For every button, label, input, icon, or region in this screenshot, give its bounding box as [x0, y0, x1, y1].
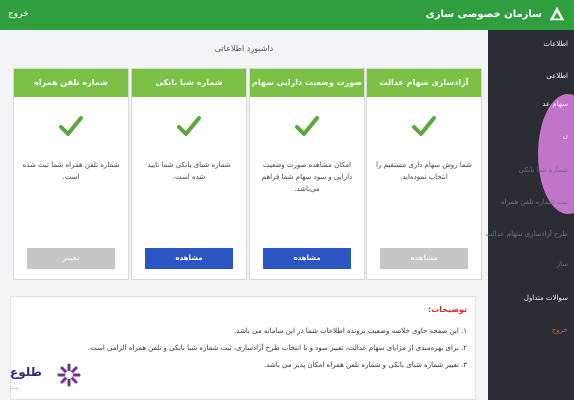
exit-link[interactable]: خروج	[8, 9, 29, 19]
card-title: صورت وضعیت دارایی سهام	[250, 69, 364, 97]
sidebar-item-n[interactable]: ن	[563, 132, 568, 140]
top-bar: سازمان خصوصی سازی خروج	[0, 0, 574, 30]
sidebar-item-release[interactable]: طرح آزادسازی سهام عدالت	[486, 230, 568, 238]
card-title: شماره تلفن همراه	[14, 69, 128, 97]
sidebar-item-phone[interactable]: ثبت شماره تلفن همراه	[501, 198, 568, 206]
note-line: ۳. تغییر شماره شبای بانکی و شماره تلفن ه…	[263, 361, 467, 369]
sidebar-item-sheba[interactable]: شماره شبا بانکی	[519, 166, 568, 174]
change-button[interactable]: تغییر	[27, 248, 115, 269]
brand-name: سازمان خصوصی سازی	[425, 8, 542, 20]
decorative-blob	[538, 94, 574, 214]
watermark-name: طلوع	[10, 365, 42, 379]
sidebar-item-info-2[interactable]: اطلاعی	[546, 72, 568, 80]
sidebar: اطلاعات اطلاعی سهام عد ن شماره شبا بانکی…	[486, 30, 574, 400]
card-text: شماره شبای بانکی شما تایید شده است.	[147, 161, 231, 181]
sidebar-item-saz[interactable]: ساز	[557, 260, 568, 268]
sidebar-item-shares[interactable]: سهام عد	[542, 100, 568, 108]
watermark-subtitle: پدیده	[10, 385, 19, 390]
sidebar-item-info[interactable]: اطلاعات	[543, 40, 568, 48]
check-icon	[59, 116, 83, 136]
view-button[interactable]: مشاهده	[145, 248, 233, 269]
watermark-logo-icon	[57, 363, 81, 387]
card-mobile-number: شماره تلفن همراه شماره تلفن همراه شما ثب…	[13, 68, 129, 280]
sidebar-item-faq[interactable]: سوالات متداول	[524, 294, 568, 302]
sidebar-item-exit[interactable]: خروج	[552, 326, 568, 334]
check-icon	[295, 116, 319, 136]
card-asset-statement: صورت وضعیت دارایی سهام امکان مشاهده صورت…	[249, 68, 365, 280]
check-icon	[177, 116, 201, 136]
check-icon	[412, 116, 436, 136]
card-title: شماره شبا بانکی	[132, 69, 246, 97]
card-sheba-number: شماره شبا بانکی شماره شبای بانکی شما تای…	[131, 68, 247, 280]
card-text: شما روش سهام داری مستقیم را انتخاب نموده…	[376, 161, 472, 181]
card-title: آزادسازی سهام عدالت	[367, 69, 481, 97]
page-title: داشبورد اطلاعاتی	[214, 44, 274, 53]
card-text: شماره تلفن همراه شما ثبت شده است.	[22, 161, 120, 181]
main-content: داشبورد اطلاعاتی آزادسازی سهام عدالت شما…	[0, 30, 488, 400]
brand-logo-icon	[549, 6, 565, 21]
note-line: ۲. برای بهره‌مندی از مزایای سهام عدالت، …	[87, 344, 467, 352]
card-text: امکان مشاهده صورت وضعیت دارایی و سود سها…	[261, 161, 353, 193]
note-line: ۱. این صفحه حاوی خلاصه وضعیت پرونده اطلا…	[234, 327, 467, 335]
card-justice-shares-release: آزادسازی سهام عدالت شما روش سهام داری مس…	[366, 68, 482, 280]
brand: سازمان خصوصی سازی	[426, 5, 566, 23]
notes-title: توضیحات:	[427, 305, 467, 314]
view-button[interactable]: مشاهده	[380, 248, 468, 269]
view-button[interactable]: مشاهده	[263, 248, 351, 269]
